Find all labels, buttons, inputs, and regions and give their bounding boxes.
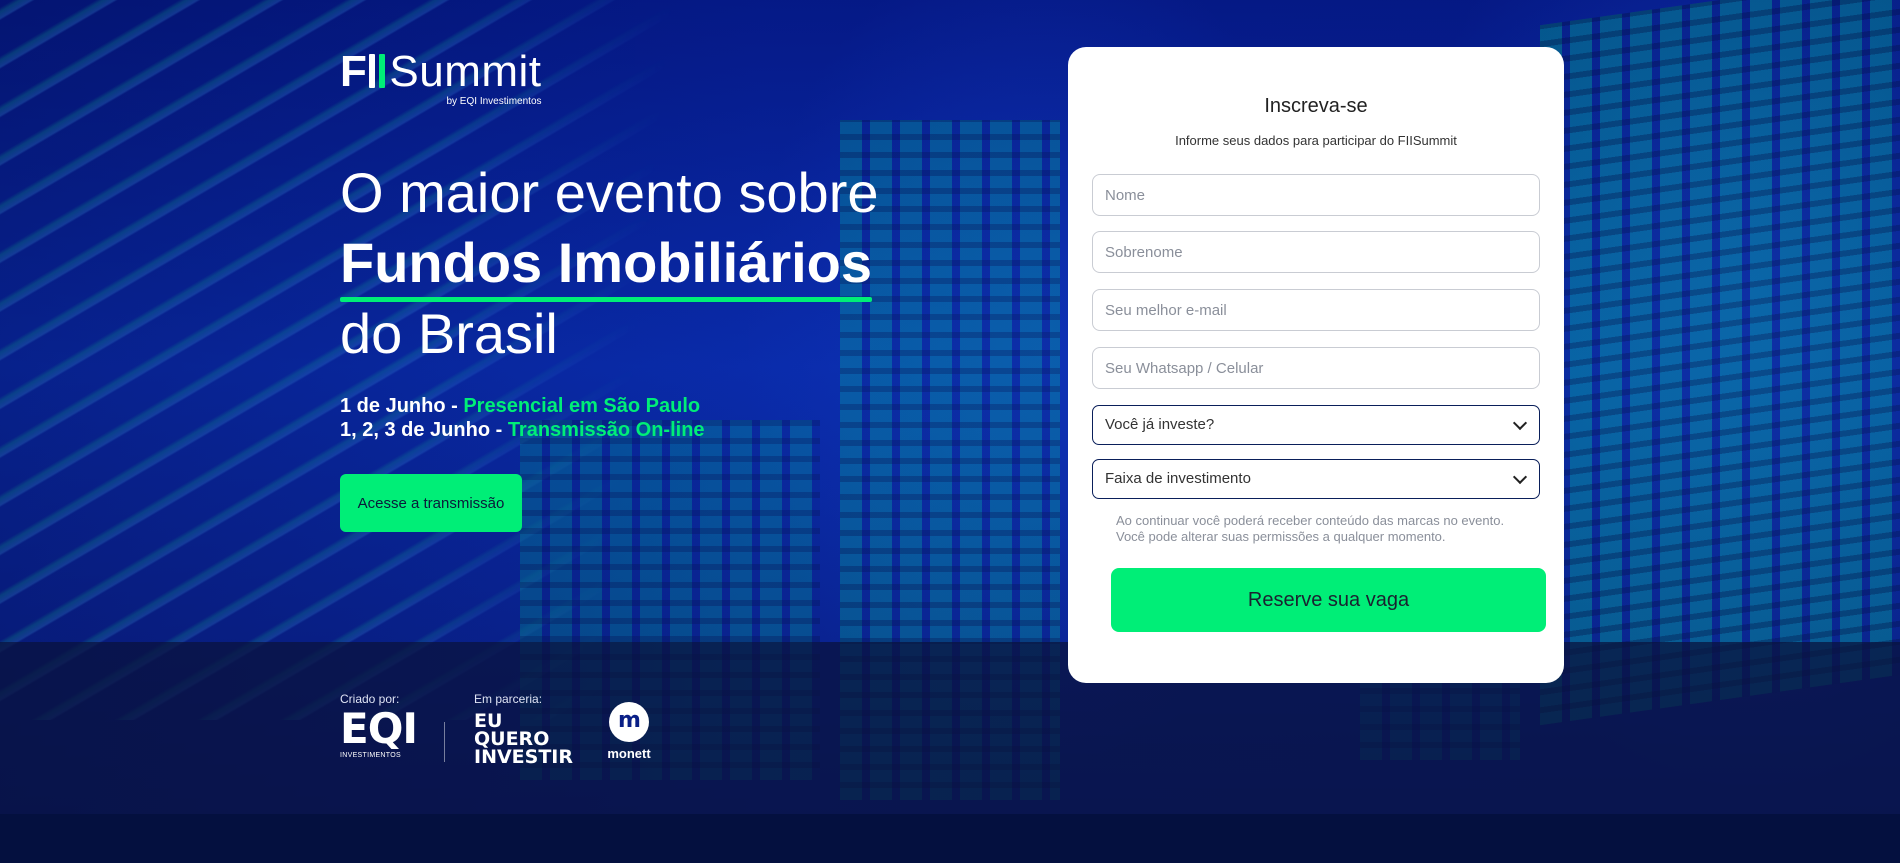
date-line-online: 1, 2, 3 de Junho - Transmissão On-line: [340, 418, 705, 442]
partnership-label: Em parceria:: [474, 692, 543, 706]
eu-quero-investir-partner: Em parceria: EU QUERO INVESTIR: [474, 692, 573, 768]
registration-card: Inscreva-se Informe seus dados para part…: [1068, 47, 1564, 683]
page-bottom-strip: [0, 814, 1900, 863]
email-input[interactable]: [1092, 289, 1540, 331]
eqi-logo: EQI: [340, 704, 418, 753]
event-dates: 1 de Junho - Presencial em São Paulo 1, …: [340, 394, 705, 442]
partners-band: [0, 642, 1900, 814]
logo-letter-f: F: [340, 47, 368, 96]
logo-bars-icon: [369, 54, 387, 88]
invests-select[interactable]: Você já investe?: [1092, 405, 1540, 445]
monett-partner: m monett: [604, 702, 654, 761]
fiisummit-logo[interactable]: F Summit by EQI Investimentos: [340, 50, 542, 108]
headline-line1: O maior evento sobre: [340, 161, 879, 224]
logo-byline: by EQI Investimentos: [446, 96, 542, 107]
reserve-spot-button[interactable]: Reserve sua vaga: [1111, 568, 1546, 632]
monett-logo-text: monett: [607, 746, 651, 761]
invests-select-value: Você já investe?: [1105, 416, 1215, 433]
access-stream-button[interactable]: Acesse a transmissão: [340, 474, 522, 532]
date-highlight: Presencial em São Paulo: [463, 395, 701, 417]
date-line-presencial: 1 de Junho - Presencial em São Paulo: [340, 394, 705, 418]
investment-range-select-value: Faixa de investimento: [1105, 470, 1251, 487]
chevron-down-icon: [1512, 469, 1528, 485]
chevron-down-icon: [1512, 415, 1528, 431]
consent-text: Ao continuar você poderá receber conteúd…: [1116, 513, 1536, 545]
consent-line: Você pode alterar suas permissões a qual…: [1116, 529, 1446, 544]
investment-range-select[interactable]: Faixa de investimento: [1092, 459, 1540, 499]
eu-quero-investir-logo: EU QUERO INVESTIR: [474, 712, 573, 768]
monett-glyph: m: [618, 708, 641, 733]
hero-headline: O maior evento sobre Fundos Imobiliários…: [340, 158, 878, 370]
consent-line: Ao continuar você poderá receber conteúd…: [1116, 513, 1505, 528]
eqi-partner: Criado por: EQI INVESTIMENTOS: [340, 692, 418, 759]
last-name-input[interactable]: [1092, 231, 1540, 273]
headline-line2-text: Fundos Imobiliários: [340, 231, 873, 294]
headline-line3: do Brasil: [340, 302, 558, 365]
first-name-input[interactable]: [1092, 174, 1540, 216]
phone-input[interactable]: [1092, 347, 1540, 389]
form-subtitle: Informe seus dados para participar do FI…: [1175, 133, 1457, 148]
date-prefix: 1 de Junho -: [340, 395, 464, 417]
form-title: Inscreva-se: [1264, 95, 1368, 117]
eqi-logo-subtitle: INVESTIMENTOS: [340, 752, 401, 759]
logo-line: INVESTIR: [474, 746, 573, 768]
monett-logo-icon: m: [609, 702, 649, 742]
logo-wordmark: F Summit: [340, 50, 542, 94]
logo-summit: Summit: [389, 47, 542, 96]
partners-divider: [444, 722, 445, 762]
headline-underline: [340, 297, 873, 302]
date-highlight: Transmissão On-line: [507, 419, 705, 441]
headline-line2: Fundos Imobiliários: [340, 228, 873, 302]
date-prefix: 1, 2, 3 de Junho -: [340, 419, 508, 441]
